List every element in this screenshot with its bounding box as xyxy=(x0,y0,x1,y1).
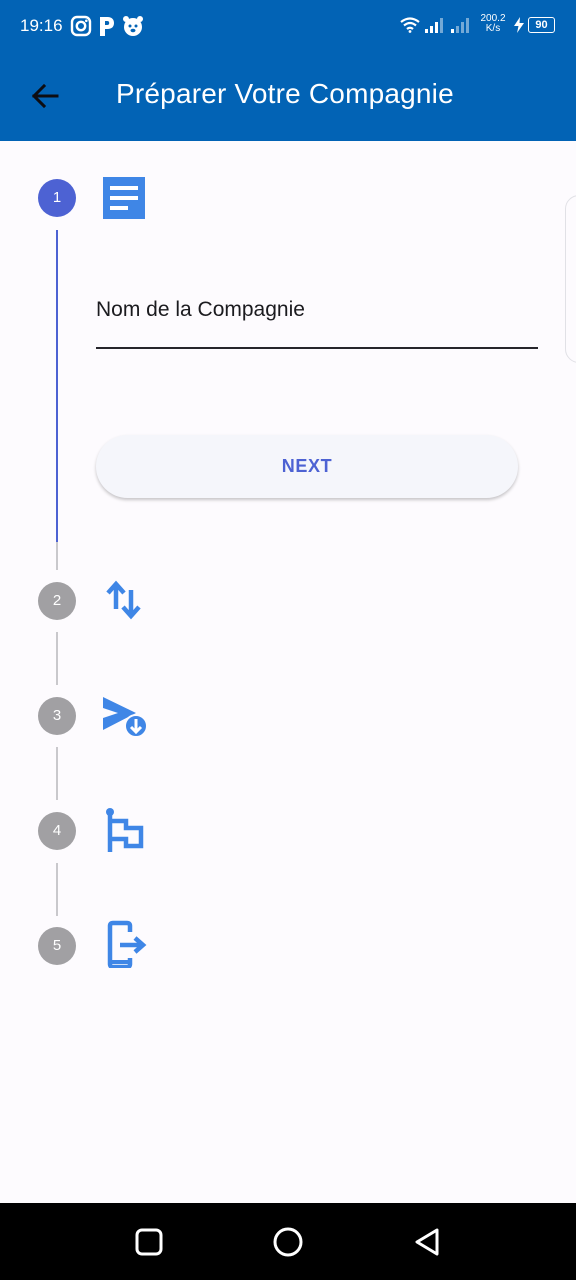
instagram-icon xyxy=(70,15,92,37)
send-download-icon[interactable] xyxy=(100,692,148,740)
phone-exit-icon[interactable] xyxy=(100,920,148,968)
company-name-input[interactable] xyxy=(96,272,538,348)
step-1-indicator[interactable]: 1 xyxy=(38,179,76,217)
system-nav-bar xyxy=(0,1203,576,1280)
step-number: 4 xyxy=(52,822,62,839)
battery-indicator: 90 xyxy=(528,17,555,33)
back-triangle-icon[interactable] xyxy=(408,1223,446,1261)
page-title: Préparer Votre Compagnie xyxy=(116,78,454,109)
step-number: 2 xyxy=(52,592,62,609)
side-panel-edge xyxy=(565,195,576,363)
signal-1-icon xyxy=(425,18,443,33)
step-connector-1 xyxy=(56,230,58,542)
app-header: 19:16 200.2 K/s 90 Préparer Votre Compag… xyxy=(0,0,576,141)
home-circle-icon[interactable] xyxy=(269,1223,307,1261)
step-connector-3 xyxy=(56,747,58,800)
bear-app-icon xyxy=(123,16,143,36)
step-5-indicator[interactable]: 5 xyxy=(38,927,76,965)
article-icon[interactable] xyxy=(100,174,148,222)
p-app-icon xyxy=(100,17,114,36)
step-number: 5 xyxy=(52,937,62,954)
battery-level: 90 xyxy=(535,19,548,31)
step-number: 3 xyxy=(52,707,62,724)
field-underline xyxy=(96,347,538,349)
step-connector-2 xyxy=(56,632,58,685)
step-4-indicator[interactable]: 4 xyxy=(38,812,76,850)
step-2-indicator[interactable]: 2 xyxy=(38,582,76,620)
step-3-indicator[interactable]: 3 xyxy=(38,697,76,735)
step-connector-1b xyxy=(56,542,58,570)
recents-square-icon[interactable] xyxy=(130,1223,168,1261)
charging-bolt-icon xyxy=(514,17,524,33)
step-number: 1 xyxy=(52,189,62,206)
network-speed: 200.2 K/s xyxy=(476,14,510,34)
flag-icon[interactable] xyxy=(100,806,148,854)
step-connector-4 xyxy=(56,863,58,916)
signal-2-icon xyxy=(451,18,469,33)
arrow-back-icon[interactable] xyxy=(28,78,64,114)
status-time: 19:16 xyxy=(20,16,63,35)
swap-vert-icon[interactable] xyxy=(100,576,148,624)
company-name-field[interactable] xyxy=(96,272,538,350)
next-button[interactable]: NEXT xyxy=(96,435,518,498)
network-speed-unit: K/s xyxy=(485,23,501,34)
wifi-icon xyxy=(400,17,420,33)
next-button-label: NEXT xyxy=(281,456,333,476)
status-bar: 19:16 200.2 K/s 90 xyxy=(0,0,576,52)
